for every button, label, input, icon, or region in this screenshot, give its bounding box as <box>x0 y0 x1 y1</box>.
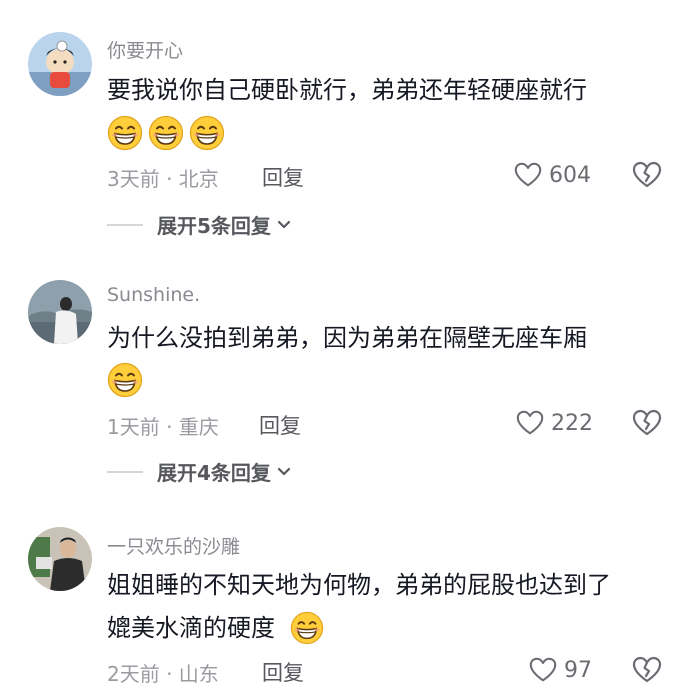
like-button[interactable]: 97 <box>528 655 592 685</box>
broken-heart-icon[interactable] <box>631 159 663 191</box>
username[interactable]: 你要开心 <box>107 36 183 63</box>
like-count: 222 <box>551 410 593 436</box>
chevron-down-icon <box>277 220 291 228</box>
comment-time-location: 2天前 · 山东 <box>107 662 219 686</box>
expand-replies-label: 展开4条回复 <box>157 461 271 485</box>
comment-text-line-1: 姐姐睡的不知天地为何物，弟弟的屁股也达到了 <box>107 571 611 599</box>
heart-outline-icon <box>515 408 545 438</box>
chevron-down-icon <box>277 467 291 475</box>
like-count: 604 <box>549 162 591 188</box>
divider-line <box>107 470 143 473</box>
avatar[interactable] <box>28 527 92 591</box>
grin-emoji <box>189 115 225 151</box>
heart-outline-icon <box>513 160 543 190</box>
emoji-row <box>107 362 143 398</box>
grin-emoji <box>107 362 143 398</box>
avatar[interactable] <box>28 280 92 344</box>
grin-emoji <box>148 115 184 151</box>
like-button[interactable]: 604 <box>513 160 591 190</box>
broken-heart-icon[interactable] <box>631 654 663 686</box>
avatar[interactable] <box>28 32 92 96</box>
comment-text: 为什么没拍到弟弟，因为弟弟在隔壁无座车厢 <box>107 324 587 352</box>
expand-replies-button[interactable]: 展开5条回复 <box>107 210 291 239</box>
emoji-row <box>107 115 225 151</box>
comment-text: 要我说你自己硬卧就行，弟弟还年轻硬座就行 <box>107 76 587 104</box>
divider-line <box>107 223 143 226</box>
reply-button[interactable]: 回复 <box>262 657 304 687</box>
grin-emoji <box>107 115 143 151</box>
heart-outline-icon <box>528 655 558 685</box>
comment-time-location: 1天前 · 重庆 <box>107 415 219 439</box>
like-count: 97 <box>564 657 592 683</box>
username[interactable]: Sunshine. <box>107 284 200 306</box>
comment-item: 你要开心 要我说你自己硬卧就行，弟弟还年轻硬座就行 3天前 · 北京 回复 60… <box>0 0 690 250</box>
comment-text-line-2: 媲美水滴的硬度 <box>107 614 275 642</box>
expand-replies-button[interactable]: 展开4条回复 <box>107 457 291 486</box>
username[interactable]: 一只欢乐的沙雕 <box>107 532 240 559</box>
comment-time-location: 3天前 · 北京 <box>107 167 219 191</box>
reply-button[interactable]: 回复 <box>262 162 304 192</box>
reply-button[interactable]: 回复 <box>259 410 301 440</box>
broken-heart-icon[interactable] <box>631 407 663 439</box>
grin-emoji <box>290 611 324 645</box>
like-button[interactable]: 222 <box>515 408 593 438</box>
expand-replies-label: 展开5条回复 <box>157 214 271 238</box>
